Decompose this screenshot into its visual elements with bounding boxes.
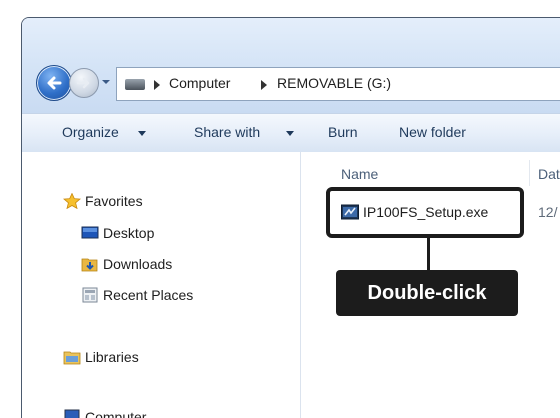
nav-label: Favorites [85,193,143,209]
share-caret-icon [286,131,294,136]
column-separator[interactable] [529,160,530,186]
back-arrow-icon [47,76,62,90]
nav-label: Desktop [103,225,155,241]
column-header-name[interactable]: Name [341,166,378,182]
new-folder-button[interactable]: New folder [399,124,466,140]
nav-label: Computer [85,409,147,418]
organize-caret-icon [138,131,146,136]
nav-label: Downloads [103,256,173,272]
share-with-button[interactable]: Share with [194,124,260,140]
recent-places-icon [82,287,98,303]
breadcrumb-arrow-icon[interactable] [261,80,267,90]
nav-label: Libraries [85,349,139,365]
column-header-date[interactable]: Dat [538,166,560,182]
command-bar: Organize Share with Burn New folder [22,113,560,153]
back-button[interactable] [36,65,72,101]
history-dropdown-icon[interactable] [101,78,111,86]
nav-label: Recent Places [103,287,194,303]
burn-button[interactable]: Burn [328,124,358,140]
callout-highlight-box [326,187,524,238]
drive-icon [125,79,145,90]
forward-button[interactable] [69,68,99,98]
callout-connector [427,238,430,270]
callout-label: Double-click [336,270,518,316]
breadcrumb-arrow-icon[interactable] [154,80,160,90]
downloads-icon [81,258,98,272]
organize-button[interactable]: Organize [62,124,119,140]
breadcrumb-computer[interactable]: Computer [169,75,230,91]
libraries-icon [63,351,81,365]
breadcrumb-removable[interactable]: REMOVABLE (G:) [277,75,391,91]
star-icon [63,193,81,209]
computer-icon [64,409,80,418]
address-bar[interactable]: Computer REMOVABLE (G:) [116,67,560,101]
navigation-pane: Favorites Desktop Downloads Recent Place… [22,152,300,418]
title-bar: Computer REMOVABLE (G:) [22,18,560,113]
desktop-icon [81,226,99,239]
file-date: 12/ [538,204,558,220]
forward-arrow-icon [76,77,90,89]
